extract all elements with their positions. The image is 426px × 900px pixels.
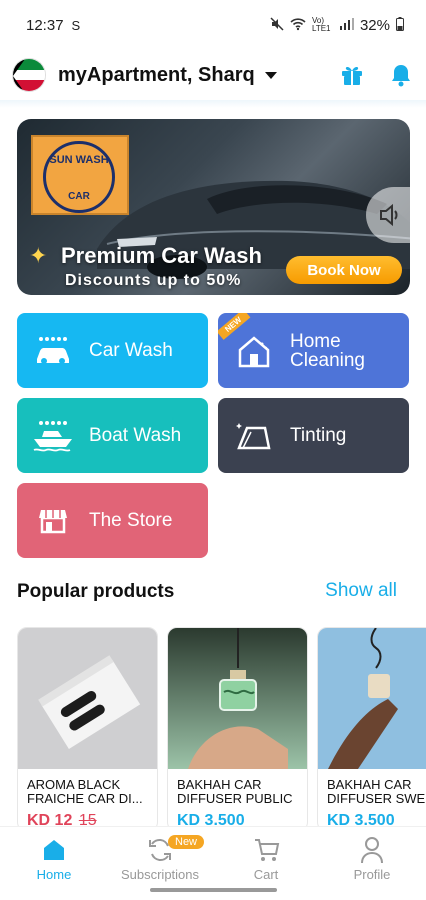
home-icon bbox=[4, 835, 104, 865]
product-image bbox=[168, 628, 307, 769]
header-shadow bbox=[0, 100, 426, 108]
store-icon bbox=[31, 501, 75, 541]
network-label: Vo) LTE1 bbox=[311, 16, 331, 33]
product-card[interactable]: BAKHAH CAR DIFFUSER PUBLIC KD 3.500 bbox=[167, 627, 308, 832]
nav-profile-label: Profile bbox=[353, 867, 391, 882]
status-time: 12:37 bbox=[26, 16, 64, 34]
new-badge: New bbox=[168, 835, 205, 849]
nav-profile[interactable]: Profile bbox=[322, 835, 422, 882]
nav-cart-label: Cart bbox=[253, 867, 279, 882]
sun-wash-logo: SUN WASH CAR bbox=[31, 135, 129, 215]
car-wash-icon bbox=[31, 331, 75, 371]
sync-icon: S bbox=[71, 17, 81, 33]
product-image bbox=[318, 628, 426, 769]
store-label: The Store bbox=[89, 510, 173, 531]
mute-icon bbox=[270, 16, 284, 34]
promo-banner[interactable]: SUN WASH CAR ✦ Premium Car Wash Discount… bbox=[17, 119, 410, 295]
nav-cart[interactable]: Cart bbox=[216, 835, 316, 882]
gesture-bar bbox=[150, 888, 277, 892]
car-wash-label: Car Wash bbox=[89, 340, 173, 361]
speaker-icon bbox=[380, 203, 398, 227]
boat-wash-label: Boat Wash bbox=[89, 425, 182, 446]
chevron-down-icon bbox=[264, 71, 277, 79]
home-cleaning-label-2: Cleaning bbox=[290, 349, 365, 371]
status-right: Vo) LTE1 32% bbox=[270, 16, 404, 34]
kuwait-flag-icon[interactable] bbox=[12, 58, 46, 92]
nav-subscriptions-label: Subscriptions bbox=[120, 867, 200, 882]
battery-level: 32% bbox=[359, 16, 390, 34]
service-home-cleaning[interactable]: NEW Home Cleaning bbox=[218, 313, 409, 388]
product-name: AROMA BLACK FRAICHE CAR DI... bbox=[27, 777, 143, 806]
popular-products-title: Popular products bbox=[17, 581, 175, 602]
app-header: myApartment, Sharq bbox=[0, 50, 426, 100]
wifi-icon bbox=[290, 17, 306, 34]
gift-icon[interactable] bbox=[340, 63, 364, 87]
product-name: BAKHAH CAR DIFFUSER SWE bbox=[327, 777, 426, 806]
service-boat-wash[interactable]: Boat Wash bbox=[17, 398, 208, 473]
service-the-store[interactable]: The Store bbox=[17, 483, 208, 558]
service-tinting[interactable]: Tinting bbox=[218, 398, 409, 473]
location-selector[interactable]: myApartment, Sharq bbox=[58, 64, 277, 87]
home-cleaning-icon bbox=[232, 331, 276, 371]
nav-home-label: Home bbox=[36, 867, 72, 882]
signal-icon bbox=[339, 17, 354, 33]
logo-top-text: SUN WASH bbox=[49, 154, 109, 166]
boat-wash-icon bbox=[31, 416, 75, 456]
tinting-icon bbox=[232, 416, 276, 456]
product-card[interactable]: BAKHAH CAR DIFFUSER SWE KD 3.500 bbox=[317, 627, 426, 832]
banner-subtitle: Discounts up to 50% bbox=[65, 272, 242, 289]
logo-bottom-text: CAR bbox=[68, 191, 90, 202]
home-cleaning-label-1: Home bbox=[290, 330, 341, 352]
profile-icon bbox=[322, 835, 422, 865]
book-now-button[interactable]: Book Now bbox=[286, 256, 402, 284]
show-all-link[interactable]: Show all bbox=[325, 580, 397, 602]
location-label: myApartment, Sharq bbox=[58, 63, 255, 86]
banner-title: Premium Car Wash bbox=[61, 243, 262, 268]
status-bar: 12:37 S Vo) LTE1 32% bbox=[0, 0, 426, 50]
sparkle-icon: ✦ bbox=[29, 243, 48, 268]
tinting-label: Tinting bbox=[290, 425, 347, 446]
service-car-wash[interactable]: Car Wash bbox=[17, 313, 208, 388]
product-name: BAKHAH CAR DIFFUSER PUBLIC bbox=[177, 777, 293, 806]
nav-subscriptions[interactable]: New Subscriptions bbox=[110, 835, 210, 882]
nav-home[interactable]: Home bbox=[4, 835, 104, 882]
product-image bbox=[18, 628, 157, 769]
cart-icon bbox=[216, 835, 316, 865]
bell-icon[interactable] bbox=[390, 63, 412, 87]
battery-icon bbox=[396, 16, 404, 34]
product-card[interactable]: AROMA BLACK FRAICHE CAR DI... KD 12 15 bbox=[17, 627, 158, 832]
